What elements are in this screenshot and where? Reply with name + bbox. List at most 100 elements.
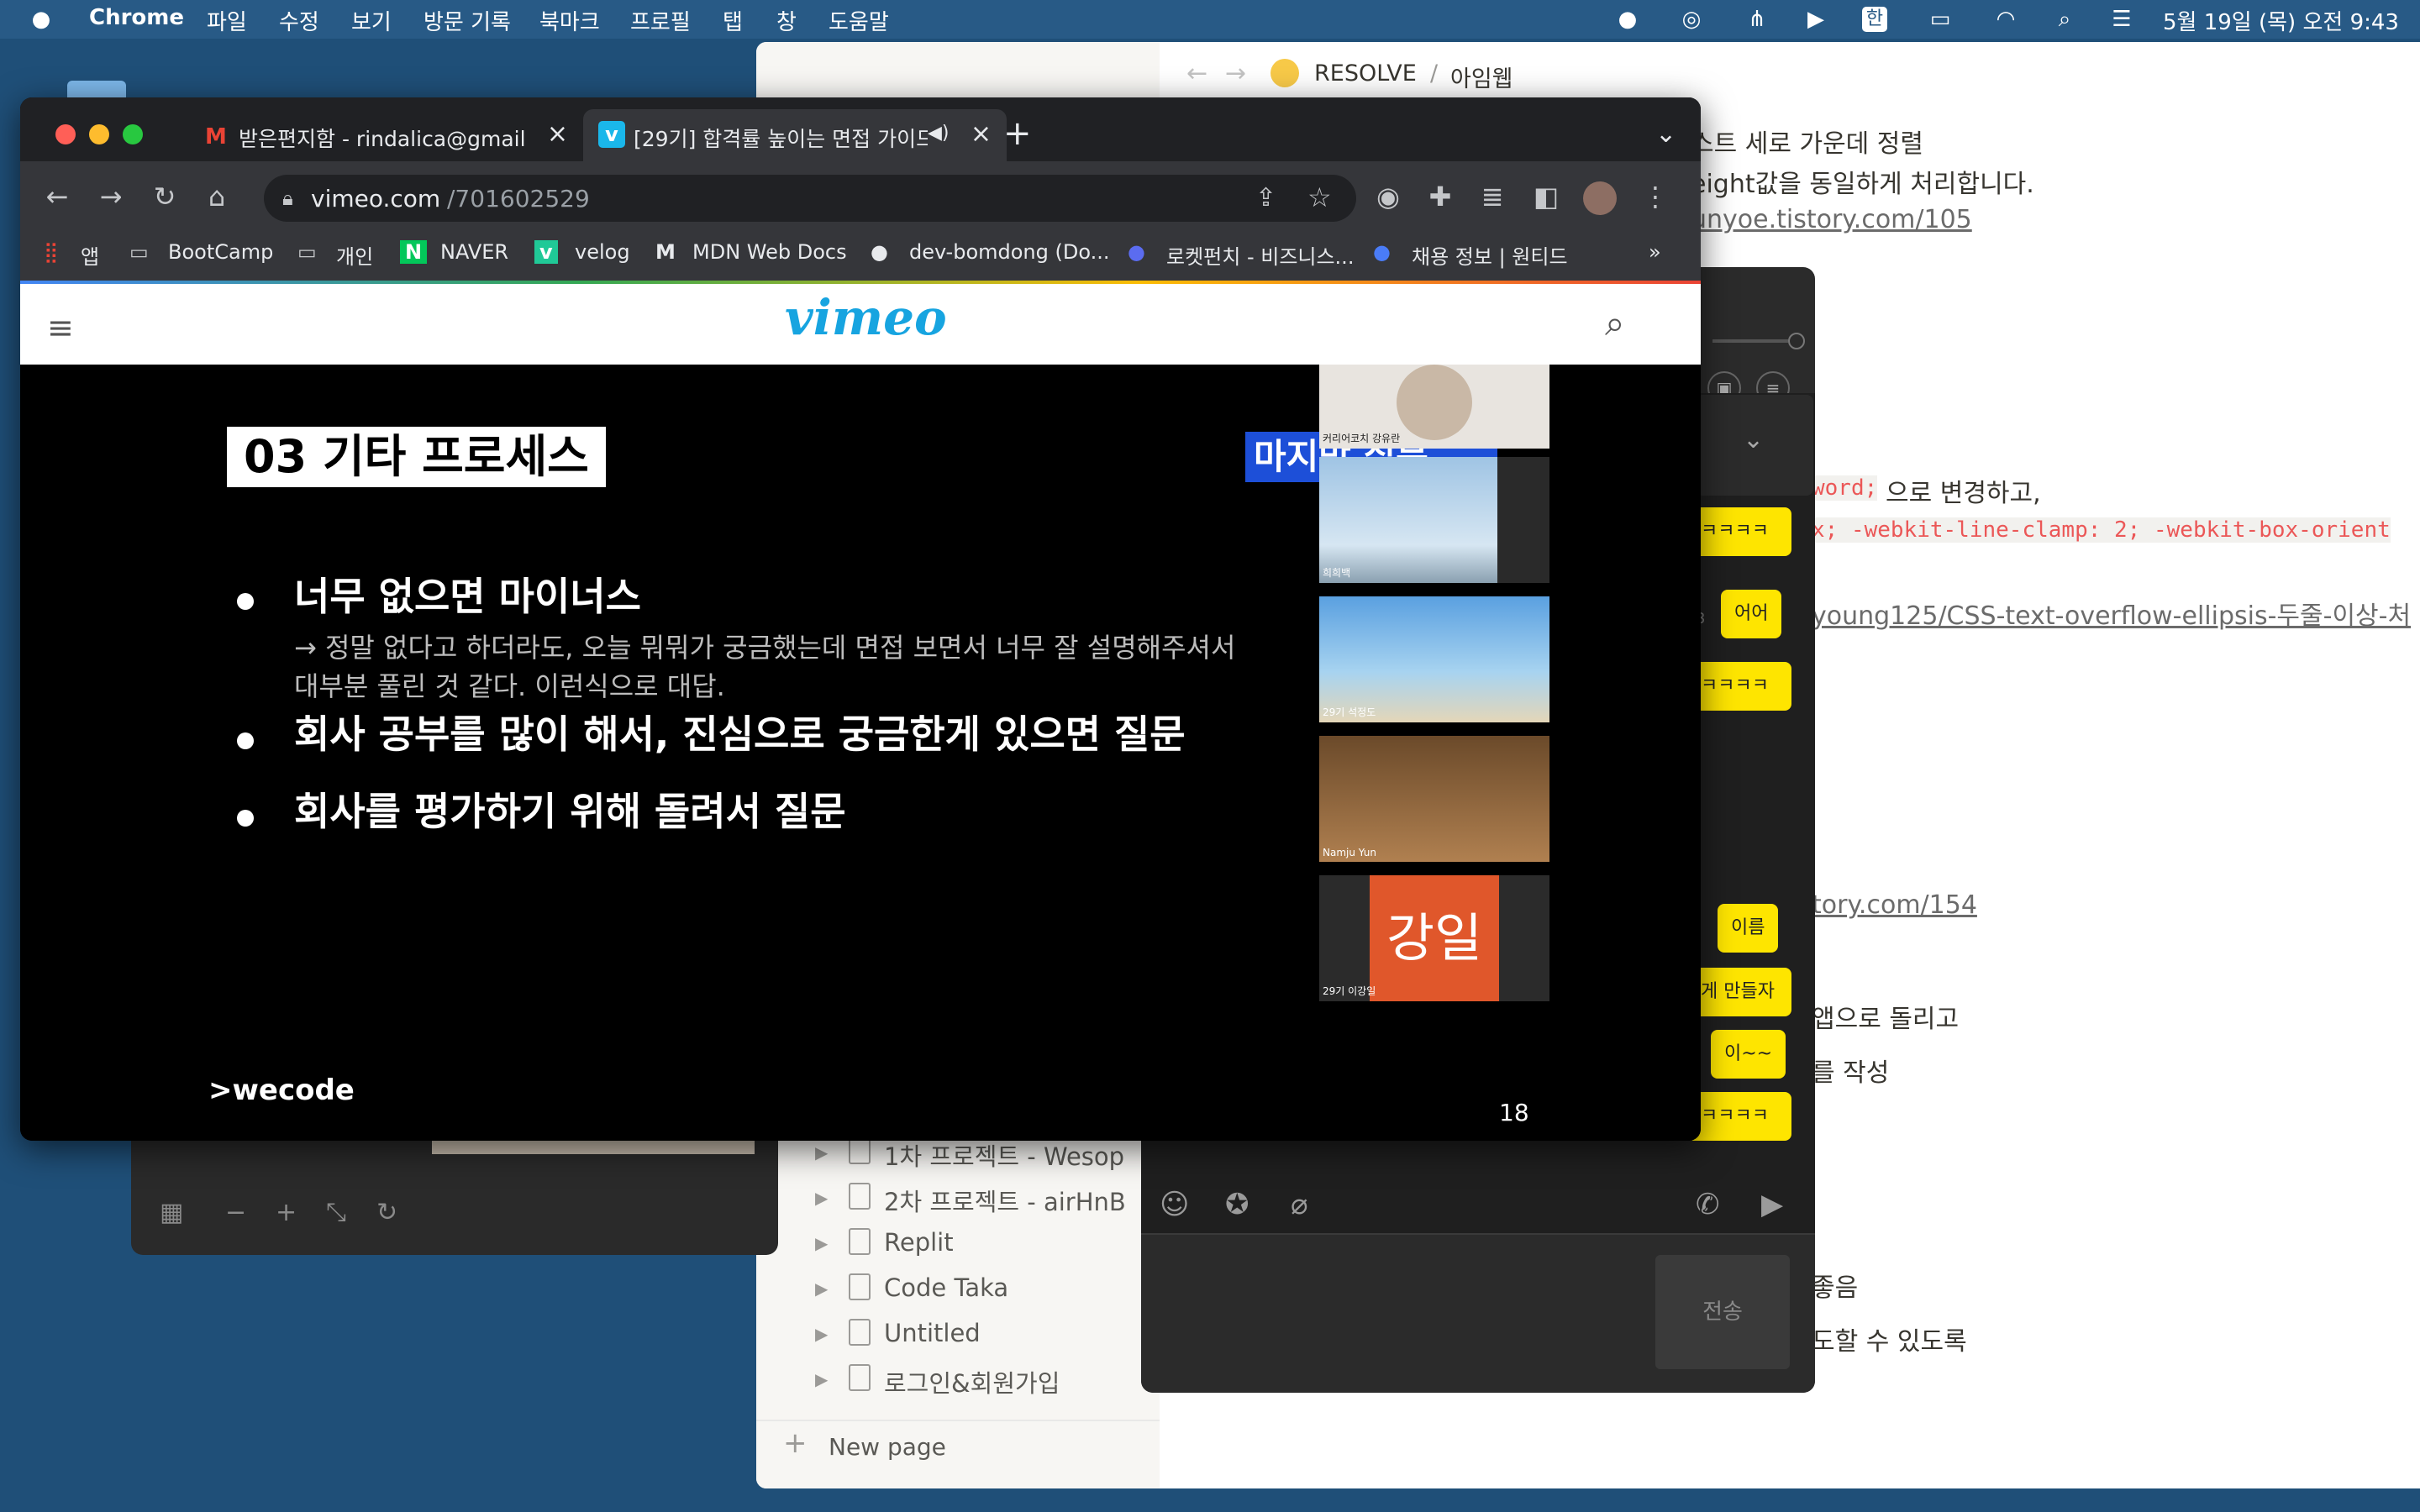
caret-right-icon[interactable]: ▶ bbox=[815, 1278, 828, 1299]
side-panel-icon[interactable]: ◧ bbox=[1529, 180, 1563, 213]
chat-bubble[interactable]: 어어 bbox=[1721, 590, 1782, 638]
more-menu-icon[interactable]: ⋮ bbox=[1639, 180, 1672, 213]
caret-right-icon[interactable]: ▶ bbox=[815, 1142, 828, 1163]
sidebar-item-code-taka[interactable]: ▶ Code Taka bbox=[807, 1270, 1160, 1312]
close-window-button[interactable] bbox=[55, 124, 76, 144]
vimeo-logo[interactable]: vimeo bbox=[785, 289, 947, 346]
menu-tab[interactable]: 탭 bbox=[723, 5, 743, 36]
bookmark-bootcamp[interactable]: BootCamp bbox=[168, 240, 273, 264]
tab-vimeo[interactable]: v [29기] 합격률 높이는 면접 가이드 ◀) × bbox=[583, 109, 1007, 161]
hamburger-menu-icon[interactable]: ≡ bbox=[47, 309, 74, 346]
plus-icon[interactable]: + bbox=[783, 1426, 808, 1460]
page-link[interactable]: tory.com/154 bbox=[1812, 890, 1977, 920]
address-bar[interactable]: 🔒︎ vimeo.com /701602529 ⇪ ☆ bbox=[264, 175, 1356, 222]
breadcrumb-page[interactable]: 아임웹 bbox=[1450, 60, 1513, 93]
menu-window[interactable]: 창 bbox=[776, 5, 797, 36]
paperclip-icon[interactable]: ⌀ bbox=[1291, 1188, 1307, 1221]
new-page-button[interactable]: New page bbox=[829, 1433, 946, 1461]
caret-right-icon[interactable]: ▶ bbox=[815, 1324, 828, 1344]
page-link[interactable]: unyoe.tistory.com/105 bbox=[1691, 205, 1972, 234]
breadcrumb-resolve[interactable]: RESOLVE bbox=[1314, 60, 1417, 87]
phone-icon[interactable]: ✆ bbox=[1696, 1188, 1720, 1221]
input-source-icon[interactable]: 한 bbox=[1862, 7, 1887, 32]
play-icon[interactable]: ▶ bbox=[1803, 7, 1828, 32]
creative-cloud-icon[interactable]: ◎ bbox=[1679, 7, 1704, 32]
bookmark-personal[interactable]: 개인 bbox=[336, 240, 373, 270]
bookmark-naver[interactable]: NAVER bbox=[440, 240, 508, 264]
menu-file[interactable]: 파일 bbox=[207, 5, 247, 36]
close-tab-icon[interactable]: × bbox=[971, 119, 992, 149]
extension-icon[interactable]: ◉ bbox=[1371, 180, 1405, 213]
sidebar-item-login[interactable]: ▶ 로그인&회원가입 bbox=[807, 1361, 1160, 1403]
shrink-icon[interactable]: ⤡ bbox=[326, 1198, 346, 1227]
menu-edit[interactable]: 수정 bbox=[279, 5, 319, 36]
menu-clock[interactable]: 5월 19일 (목) 오전 9:43 bbox=[2163, 5, 2399, 36]
bookmark-rocketpunch[interactable]: 로켓펀치 - 비즈니스... bbox=[1166, 240, 1354, 270]
sidebar-item-airhnb[interactable]: ▶ 2차 프로젝트 - airHnB bbox=[807, 1179, 1160, 1221]
back-icon[interactable]: ← bbox=[40, 180, 74, 213]
tab-gmail[interactable]: M 받은편지함 - rindalica@gmail.com × bbox=[188, 109, 583, 161]
minimize-window-button[interactable] bbox=[89, 124, 109, 144]
speaker-icon[interactable]: ◀) bbox=[928, 123, 950, 144]
caret-right-icon[interactable]: ▶ bbox=[815, 1188, 828, 1208]
apps-grid-icon[interactable]: ⣿ bbox=[44, 240, 59, 264]
profile-avatar[interactable] bbox=[1583, 181, 1617, 215]
emoji-icon[interactable]: ☺ bbox=[1160, 1188, 1189, 1221]
slider-knob[interactable] bbox=[1788, 333, 1805, 349]
puzzle-icon[interactable]: ✚ bbox=[1423, 180, 1457, 213]
reload-icon[interactable]: ↻ bbox=[148, 180, 182, 213]
home-icon[interactable]: ⌂ bbox=[200, 180, 234, 213]
caret-right-icon[interactable]: ▶ bbox=[815, 1233, 828, 1253]
menu-app-name[interactable]: Chrome bbox=[89, 5, 184, 30]
forward-arrow-icon[interactable]: → bbox=[1225, 59, 1246, 88]
emoticon-icon[interactable]: ✪ bbox=[1225, 1188, 1249, 1221]
page-link[interactable]: young125/CSS-text-overflow-ellipsis-두줄-이… bbox=[1812, 595, 2411, 632]
apple-icon[interactable]: ● bbox=[29, 7, 54, 32]
wifi-icon[interactable]: ◠ bbox=[1993, 7, 2018, 32]
menu-help[interactable]: 도움말 bbox=[829, 5, 889, 36]
chat-bubble[interactable]: 이름 bbox=[1718, 904, 1779, 953]
bookmark-star-icon[interactable]: ☆ bbox=[1307, 181, 1332, 213]
chat-bubble[interactable]: ㅋㅋㅋㅋ bbox=[1687, 662, 1791, 711]
grid-icon[interactable]: ▦ bbox=[160, 1198, 183, 1227]
chat-bubble[interactable]: 이~~ bbox=[1711, 1030, 1786, 1079]
chat-bubble[interactable]: ㅋㅋㅋㅋ bbox=[1687, 1092, 1791, 1141]
new-tab-button[interactable]: + bbox=[1003, 114, 1032, 153]
bookmark-github[interactable]: dev-bomdong (Do... bbox=[909, 240, 1110, 264]
chat-bubble-icon[interactable]: ● bbox=[1615, 7, 1640, 32]
opacity-slider[interactable] bbox=[1712, 339, 1788, 343]
battery-icon[interactable]: ▭ bbox=[1919, 7, 1961, 32]
zoom-out-icon[interactable]: − bbox=[225, 1198, 246, 1227]
bookmarks-overflow[interactable]: » bbox=[1649, 240, 1661, 264]
tab-search-icon[interactable]: ⌄ bbox=[1655, 119, 1676, 149]
chat-bubble[interactable]: 게 만들자 bbox=[1687, 968, 1791, 1016]
menu-bookmarks[interactable]: 북마크 bbox=[539, 5, 600, 36]
zoom-in-icon[interactable]: + bbox=[276, 1198, 297, 1227]
video-call-icon[interactable]: ▶ bbox=[1761, 1188, 1783, 1221]
lock-icon[interactable]: 🔒︎ bbox=[282, 186, 293, 210]
bookmark-wanted[interactable]: 채용 정보 | 원티드 bbox=[1412, 240, 1568, 270]
search-icon[interactable]: ⌕ bbox=[1605, 302, 1625, 344]
bookmark-mdn[interactable]: MDN Web Docs bbox=[692, 240, 847, 264]
menu-history[interactable]: 방문 기록 bbox=[424, 5, 511, 36]
back-arrow-icon[interactable]: ← bbox=[1186, 59, 1207, 88]
caret-right-icon[interactable]: ▶ bbox=[815, 1369, 828, 1389]
share-icon[interactable]: ⇪ bbox=[1255, 183, 1276, 213]
bookmark-velog[interactable]: velog bbox=[575, 240, 630, 264]
forward-icon[interactable]: → bbox=[94, 180, 128, 213]
send-button[interactable]: 전송 bbox=[1655, 1255, 1790, 1369]
control-center-icon[interactable]: ☰ bbox=[2109, 7, 2134, 32]
media-control-icon[interactable]: ≣ bbox=[1476, 180, 1509, 213]
chat-bubble[interactable]: ㅋㅋㅋㅋ bbox=[1687, 507, 1791, 556]
bookmark-apps[interactable]: 앱 bbox=[81, 240, 99, 270]
close-tab-icon[interactable]: × bbox=[547, 119, 568, 149]
network-icon[interactable]: ⋔ bbox=[1744, 7, 1770, 32]
search-icon[interactable]: ⌕ bbox=[2052, 7, 2077, 32]
menu-profiles[interactable]: 프로필 bbox=[630, 5, 691, 36]
sidebar-item-replit[interactable]: ▶ Replit bbox=[807, 1225, 1160, 1267]
rotate-icon[interactable]: ↻ bbox=[376, 1198, 397, 1227]
maximize-window-button[interactable] bbox=[123, 124, 143, 144]
chevron-down-icon[interactable]: ⌄ bbox=[1743, 425, 1764, 454]
sidebar-item-untitled[interactable]: ▶ Untitled bbox=[807, 1315, 1160, 1357]
menu-view[interactable]: 보기 bbox=[351, 5, 392, 36]
